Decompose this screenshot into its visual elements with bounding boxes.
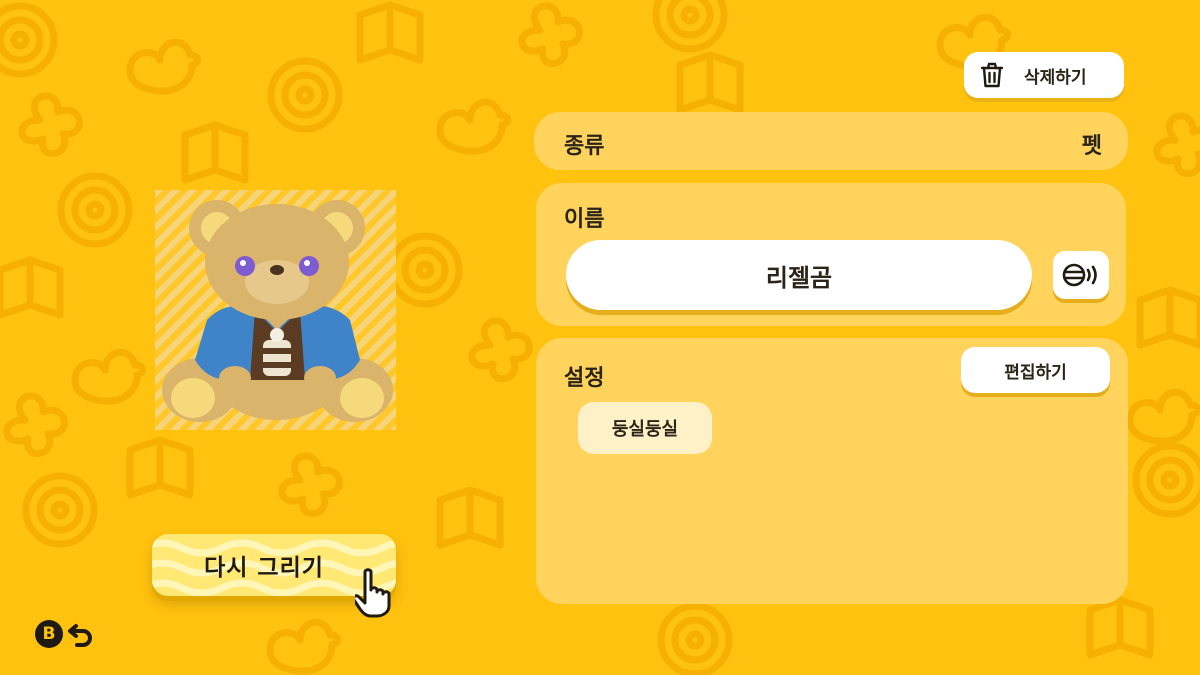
delete-label: 삭제하기: [1024, 67, 1087, 88]
voice-button[interactable]: [1053, 251, 1109, 299]
name-panel: 이름 리젤곰: [536, 183, 1126, 326]
pet-portrait: [155, 190, 396, 430]
name-field[interactable]: 리젤곰: [566, 240, 1032, 310]
undo-arrow-icon: [68, 624, 92, 647]
type-row: 종류 펫: [534, 112, 1128, 170]
edit-button[interactable]: 편집하기: [961, 347, 1110, 393]
delete-button[interactable]: 삭제하기: [964, 52, 1124, 98]
type-value: 펫: [1081, 134, 1102, 159]
pointing-hand-icon: [355, 568, 391, 618]
b-button-badge: B: [35, 620, 63, 648]
settings-heading: 설정: [564, 366, 605, 391]
setting-tag: 둥실둥실: [578, 402, 712, 454]
name-heading: 이름: [564, 207, 605, 232]
speak-icon: [1062, 263, 1097, 287]
redraw-label: 다시 그리기: [204, 555, 324, 581]
bear-drawing: [162, 200, 393, 422]
settings-panel: 설정 편집하기 둥실둥실: [536, 338, 1128, 604]
back-hint[interactable]: B: [35, 620, 95, 648]
type-label: 종류: [564, 134, 605, 159]
trash-icon: [980, 62, 1004, 88]
